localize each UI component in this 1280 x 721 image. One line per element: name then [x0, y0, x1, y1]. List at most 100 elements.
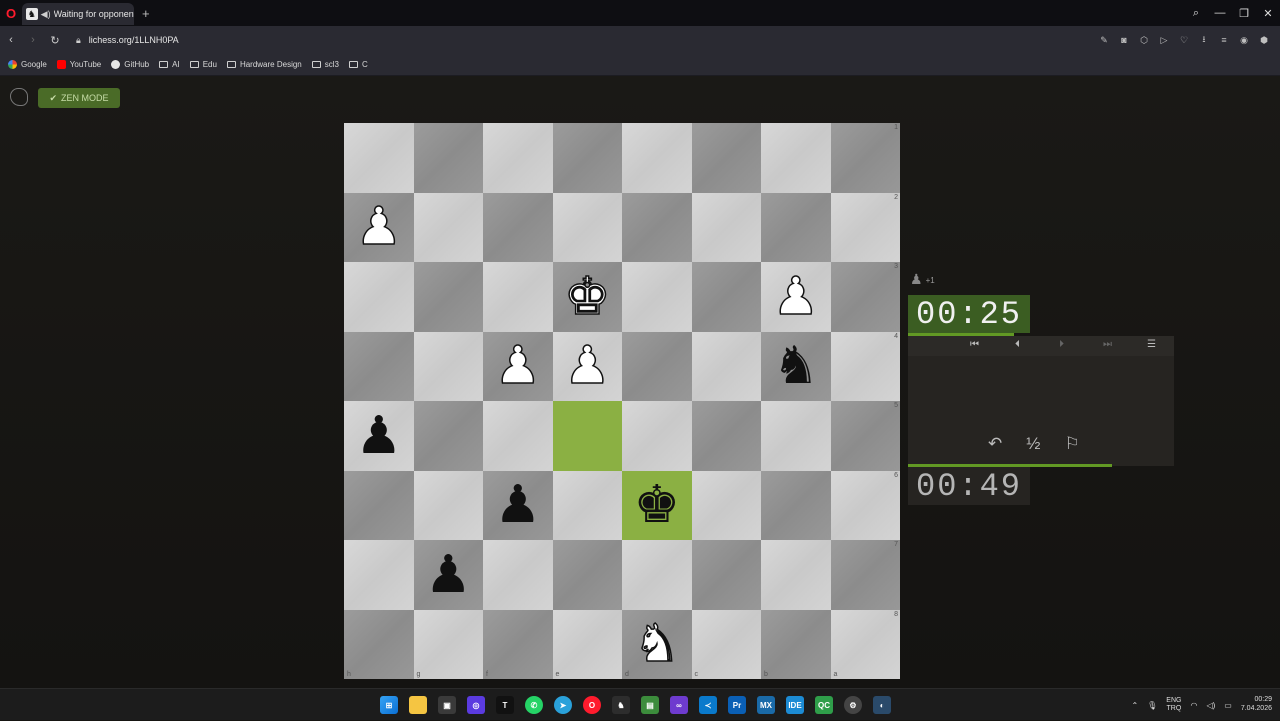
board-square[interactable] [413, 192, 483, 262]
app-icon[interactable]: MX [757, 696, 775, 714]
board-square[interactable]: ♚ [552, 262, 622, 332]
white-pawn-piece[interactable]: ♟ [563, 340, 611, 394]
vscode-icon[interactable]: ≺ [699, 696, 717, 714]
white-pawn-piece[interactable]: ♟ [355, 201, 403, 255]
shield-icon[interactable]: ⬡ [1134, 35, 1154, 46]
board-square[interactable] [552, 123, 622, 193]
close-button[interactable]: ✕ [1256, 7, 1280, 20]
back-arrow-icon[interactable]: ‹ [0, 34, 22, 46]
board-square[interactable] [344, 540, 414, 610]
app-icon[interactable]: ♞ [612, 696, 630, 714]
board-square[interactable]: ♚ [622, 470, 692, 540]
board-square[interactable] [761, 470, 831, 540]
language-indicator[interactable]: ENG TRQ [1166, 697, 1181, 712]
edit-icon[interactable]: ✎ [1094, 35, 1114, 46]
menu-icon[interactable]: ≡ [1214, 35, 1234, 45]
board-square[interactable] [413, 123, 483, 193]
board-square[interactable] [691, 262, 761, 332]
app-icon[interactable]: Pr [728, 696, 746, 714]
board-square[interactable]: ♟ [552, 331, 622, 401]
minimize-button[interactable]: — [1208, 7, 1232, 19]
board-square[interactable] [622, 192, 692, 262]
heart-icon[interactable]: ♡ [1174, 35, 1194, 46]
board-square[interactable]: c [691, 609, 761, 679]
white-knight-piece[interactable]: ♞ [633, 618, 681, 672]
board-square[interactable]: 3 [830, 262, 900, 332]
board-square[interactable] [691, 331, 761, 401]
resign-flag-icon[interactable]: ⚐ [1064, 434, 1079, 454]
board-square[interactable] [691, 123, 761, 193]
lock-icon[interactable]: 🔒︎ [76, 35, 81, 46]
board-square[interactable] [552, 470, 622, 540]
black-knight-piece[interactable]: ♞ [772, 340, 819, 392]
board-square[interactable] [622, 331, 692, 401]
store-icon[interactable]: ▣ [438, 696, 456, 714]
board-square[interactable] [344, 331, 414, 401]
board-square[interactable]: ♟ [413, 540, 483, 610]
speaker-icon[interactable]: ◀) [41, 9, 51, 20]
telegram-icon[interactable]: ➤ [554, 696, 572, 714]
board-square[interactable] [552, 401, 622, 471]
board-square[interactable] [344, 470, 414, 540]
board-square[interactable] [622, 401, 692, 471]
board-square[interactable] [413, 470, 483, 540]
zen-mode-button[interactable]: ✔ ZEN MODE [38, 88, 120, 108]
board-square[interactable] [483, 192, 553, 262]
url-field[interactable]: lichess.org/1LLNH0PA [89, 35, 179, 45]
app-icon[interactable]: ▤ [641, 696, 659, 714]
search-icon[interactable]: ⌕ [1184, 7, 1208, 20]
opera-logo-icon[interactable]: O [0, 0, 22, 26]
board-square[interactable] [413, 331, 483, 401]
board-square[interactable]: 7 [830, 540, 900, 610]
board-square[interactable] [413, 262, 483, 332]
steam-icon[interactable]: ◐ [873, 696, 891, 714]
board-square[interactable] [552, 192, 622, 262]
white-king-piece[interactable]: ♚ [563, 270, 611, 324]
board-square[interactable]: ♟ [483, 470, 553, 540]
board-square[interactable]: h [344, 609, 414, 679]
settings-icon[interactable]: ⚙ [844, 696, 862, 714]
board-square[interactable]: 6 [830, 470, 900, 540]
app-icon[interactable]: IDE [786, 696, 804, 714]
bookmark-folder-edu[interactable]: Edu [189, 60, 217, 69]
offer-draw-button[interactable]: ½ [1026, 434, 1040, 454]
previous-move-icon[interactable]: ⏴ [1015, 339, 1020, 350]
board-square[interactable] [483, 123, 553, 193]
black-pawn-piece[interactable]: ♟ [355, 410, 402, 462]
board-square[interactable] [483, 401, 553, 471]
bookmark-folder-ai[interactable]: AI [159, 60, 180, 69]
board-square[interactable]: ♟ [761, 262, 831, 332]
last-move-icon[interactable]: ⏭ [1103, 339, 1112, 350]
first-move-icon[interactable]: ⏮ [970, 339, 979, 350]
board-square[interactable]: b [761, 609, 831, 679]
visual-studio-icon[interactable]: ∞ [670, 696, 688, 714]
board-square[interactable]: f [483, 609, 553, 679]
board-square[interactable] [761, 540, 831, 610]
board-square[interactable] [483, 540, 553, 610]
opera-icon[interactable]: O [583, 696, 601, 714]
battery-icon[interactable]: ▭ [1224, 701, 1232, 710]
restore-button[interactable]: ❐ [1232, 7, 1256, 20]
board-square[interactable] [691, 192, 761, 262]
hamburger-menu-icon[interactable]: ☰ [1147, 339, 1156, 350]
board-square[interactable] [761, 123, 831, 193]
board-square[interactable]: 1 [830, 123, 900, 193]
white-pawn-piece[interactable]: ♟ [494, 340, 542, 394]
whatsapp-icon[interactable]: ✆ [525, 696, 543, 714]
board-square[interactable]: e [552, 609, 622, 679]
board-square[interactable] [344, 262, 414, 332]
board-square[interactable] [622, 262, 692, 332]
extensions-icon[interactable]: ⬢ [1254, 35, 1274, 46]
bookmark-folder-hardware-design[interactable]: Hardware Design [226, 60, 302, 69]
board-square[interactable]: ♟ [344, 401, 414, 471]
board-square[interactable]: 8a [830, 609, 900, 679]
board-square[interactable]: ♟ [483, 331, 553, 401]
download-icon[interactable]: ⭳ [1194, 32, 1214, 48]
volume-icon[interactable]: ◁) [1206, 701, 1215, 710]
play-icon[interactable]: ▷ [1154, 35, 1174, 46]
board-square[interactable]: g [413, 609, 483, 679]
board-square[interactable] [622, 540, 692, 610]
board-square[interactable]: 5 [830, 401, 900, 471]
board-square[interactable] [413, 401, 483, 471]
app-icon[interactable]: ◎ [467, 696, 485, 714]
